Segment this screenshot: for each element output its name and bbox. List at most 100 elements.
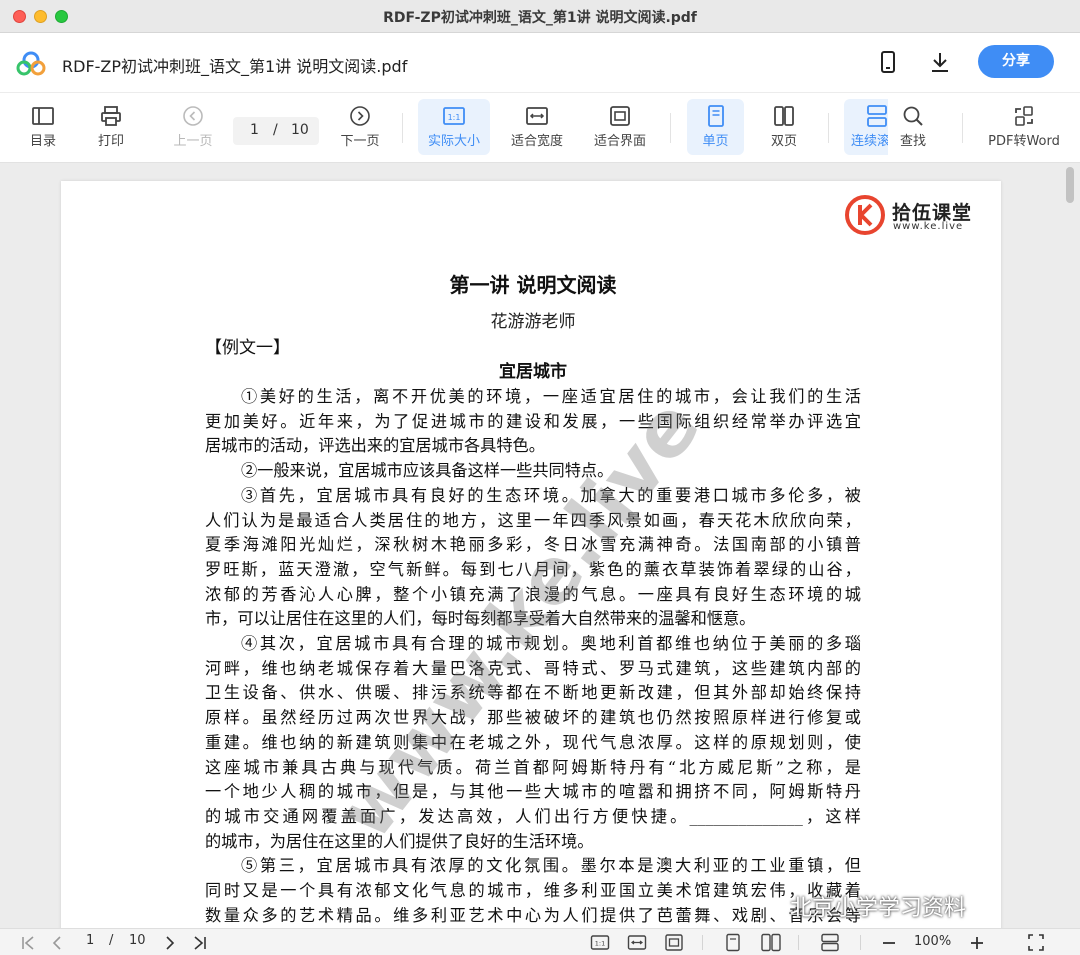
vertical-scrollbar[interactable] [1066, 167, 1074, 203]
convert-icon [1015, 106, 1033, 126]
print-button[interactable]: 打印 [90, 99, 132, 155]
prev-page-button[interactable]: 上一页 [166, 99, 220, 155]
article-line: 市，可以让居住在这里的人们，每时每刻都享受着大自然带来的温馨和惬意。 [205, 609, 756, 629]
article-line: 居城市的活动，评选出来的宜居城市各具特色。 [205, 436, 545, 456]
printer-icon [101, 106, 121, 126]
pdf-to-word-button[interactable]: PDF转Word [980, 99, 1068, 155]
fit-width-icon [526, 107, 548, 125]
article-line: 的城市，为居住在这里的人们提供了良好的生活环境。 [205, 831, 594, 851]
actual-size-button[interactable]: 1:1 实际大小 [418, 99, 490, 155]
fullscreen-icon [1028, 934, 1044, 951]
fit-width-icon [627, 935, 647, 950]
fit-page-button[interactable]: 适合界面 [588, 99, 652, 155]
last-page-button[interactable] [192, 933, 208, 952]
article-line: ③首先，宜居城市具有良好的生态环境。加拿大的重要港口城市多伦多，被 [241, 485, 861, 505]
continuous-scroll-icon [821, 933, 839, 952]
total-pages: 10 [291, 122, 309, 138]
fit-width-bottom-button[interactable] [627, 933, 647, 952]
fit-width-label: 适合宽度 [510, 134, 563, 149]
brand-url: www.ke.live [893, 221, 964, 232]
actual-size-icon: 1:1 [590, 935, 610, 950]
chevron-right-circle-icon [350, 106, 370, 126]
minus-icon [883, 942, 895, 944]
article-line: ④其次，宜居城市具有合理的城市规划。奥地利首都维也纳位于美丽的多瑙 [241, 634, 861, 653]
page-separator: / [273, 122, 278, 138]
bottom-bar: 1 / 10 1:1 100% [0, 928, 1080, 955]
brand-logo: 拾伍课堂 www.ke.live [844, 194, 974, 238]
first-page-button[interactable] [20, 933, 36, 952]
two-page-label: 双页 [770, 134, 797, 149]
article-line: ⑤第三，宜居城市具有浓厚的文化氛围。墨尔本是澳大利亚的工业重镇，但 [241, 856, 861, 876]
share-button[interactable]: 分享 [978, 45, 1054, 78]
article-line: 数量众多的艺术精品。维多利亚艺术中心为人们提供了芭蕾舞、戏剧、音乐会等 [205, 905, 861, 925]
article-line: 重建。维也纳的新建筑则集中在老城之外，现代气息浓厚。这样的原规划则，使 [205, 732, 861, 752]
bottom-divider [860, 935, 861, 950]
search-icon [903, 106, 923, 126]
chevron-left-circle-icon [183, 106, 203, 126]
article-line: 同时又是一个具有浓郁文化气息的城市，维多利亚国立美术馆建筑宏伟，收藏着 [205, 881, 861, 900]
document-viewport[interactable]: 拾伍课堂 www.ke.live 第一讲 说明文阅读 花游游老师 【例文一】 宜… [0, 163, 1080, 928]
pdf-page: 拾伍课堂 www.ke.live 第一讲 说明文阅读 花游游老师 【例文一】 宜… [61, 181, 1001, 928]
example-label: 【例文一】 [205, 338, 290, 358]
fit-page-icon [610, 106, 630, 126]
article-title: 宜居城市 [499, 362, 567, 382]
article-line: 河畔，维也纳老城保存着大量巴洛克式、哥特式、罗马式建筑，这些建筑内部的 [205, 658, 861, 678]
single-page-label: 单页 [702, 134, 729, 149]
next-page-button[interactable]: 下一页 [333, 99, 387, 155]
window-titlebar: RDF-ZP初试冲刺班_语文_第1讲 说明文阅读.pdf [0, 0, 1080, 33]
last-page-icon [194, 936, 206, 950]
print-label: 打印 [97, 134, 124, 149]
wechat-watermark: 北京小学学习资料 [790, 896, 967, 921]
actual-size-bottom-button[interactable]: 1:1 [590, 933, 610, 952]
toolbar-divider [402, 113, 403, 143]
two-page-icon [774, 106, 794, 126]
find-button[interactable]: 查找 [890, 99, 936, 155]
chevron-left-icon [52, 936, 61, 950]
two-page-bottom-button[interactable] [760, 933, 782, 952]
article-line: 的城市交通网覆盖面广，发达高效，人们出行方便快捷。______________，… [205, 806, 861, 826]
toc-button[interactable]: 目录 [22, 99, 64, 155]
doc-author: 花游游老师 [490, 312, 576, 332]
article-line: 夏季海滩阳光灿烂，深秋树木艳丽多彩，冬日冰雪充满神奇。法国南部的小镇普 [205, 535, 861, 555]
fit-page-bottom-button[interactable] [664, 933, 684, 952]
toc-icon [32, 107, 54, 125]
zoom-in-button[interactable] [969, 933, 985, 952]
chevron-right-icon [166, 936, 175, 950]
fullscreen-button[interactable] [1027, 933, 1045, 952]
next-page-bottom-button[interactable] [163, 933, 177, 952]
two-page-button[interactable]: 双页 [758, 99, 810, 155]
article-line: 罗旺斯，蓝天澄澈，空气新鲜。每到七八月间，紫色的薰衣草装饰着翠绿的山谷， [205, 559, 861, 579]
continuous-scroll-label: 连续滚 [851, 134, 888, 149]
prev-page-bottom-button[interactable] [50, 933, 64, 952]
two-page-icon [761, 933, 781, 952]
bottom-current-page[interactable]: 1 [86, 933, 94, 952]
single-page-button[interactable]: 单页 [687, 99, 744, 155]
fit-page-icon [665, 934, 683, 951]
single-page-bottom-button[interactable] [724, 933, 742, 952]
single-page-icon [707, 105, 724, 127]
phone-icon[interactable] [876, 50, 900, 74]
bottom-total-pages: 10 [129, 933, 146, 948]
toc-label: 目录 [29, 134, 56, 149]
plus-icon [971, 937, 983, 949]
zoom-level[interactable]: 100% [914, 934, 951, 953]
app-header: RDF-ZP初试冲刺班_语文_第1讲 说明文阅读.pdf 分享 [0, 33, 1080, 93]
article-line: 更加美好。近年来，为了促进城市的建设和发展，一些国际组织经常举办评选宜 [205, 411, 861, 431]
actual-size-label: 实际大小 [427, 134, 480, 149]
download-icon[interactable] [928, 50, 952, 74]
first-page-icon [22, 936, 34, 950]
actual-size-icon: 1:1 [443, 107, 465, 125]
find-label: 查找 [899, 134, 926, 149]
article-line: ②一般来说，宜居城市应该具备这样一些共同特点。 [241, 461, 614, 481]
article-line: ①美好的生活，离不开优美的环境，一座适宜居住的城市，会让我们的生活 [241, 387, 861, 406]
article-line: 人们认为是最适合人类居住的地方，这里一年四季风景如画，春天花木欣欣向荣， [205, 510, 861, 530]
svg-text:1:1: 1:1 [595, 940, 605, 948]
continuous-bottom-button[interactable] [819, 933, 841, 952]
fit-width-button[interactable]: 适合宽度 [505, 99, 569, 155]
continuous-scroll-button[interactable]: 连续滚 [844, 99, 888, 155]
bottom-page-separator: / [109, 933, 114, 948]
article-line: 原样。虽然经历过两次世界大战，那些被破坏的建筑也仍然按照原样进行修复或 [205, 708, 861, 728]
page-number-input[interactable]: 1 / 10 [233, 117, 319, 145]
bottom-divider [798, 935, 799, 950]
zoom-out-button[interactable] [881, 933, 897, 952]
